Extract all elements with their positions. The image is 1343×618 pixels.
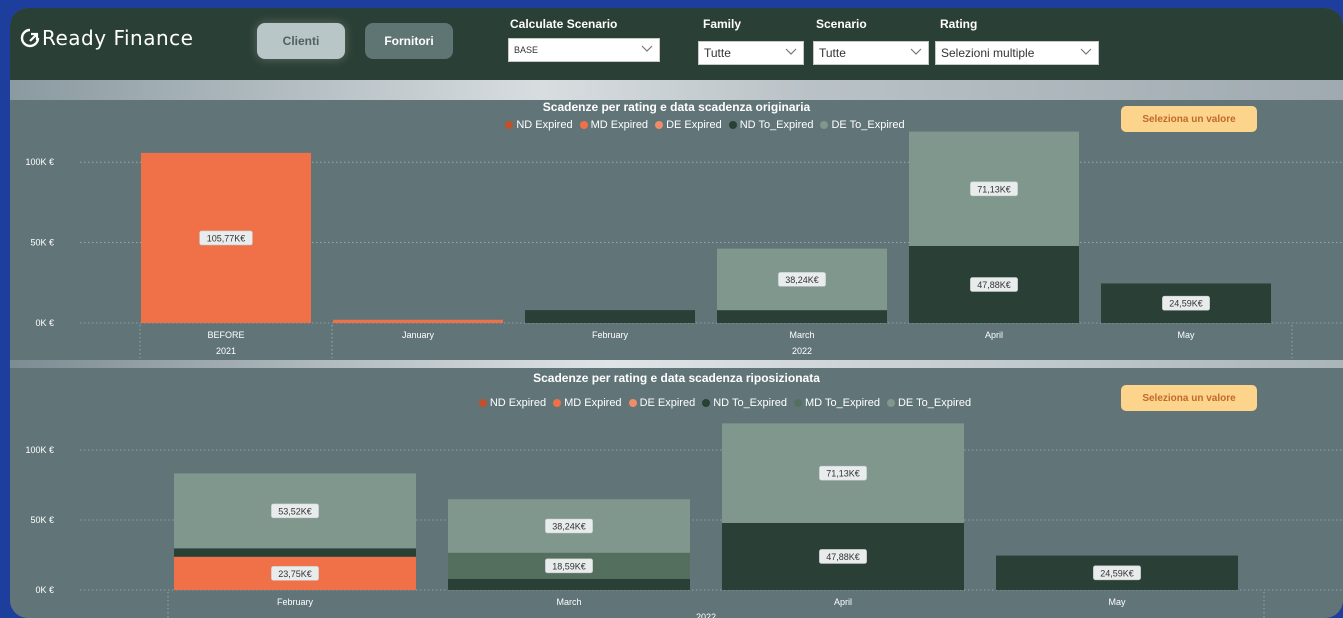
data-label: 71,13K€ (826, 469, 860, 479)
x-group-label: 2022 (792, 346, 812, 356)
calc-scenario-label: Calculate Scenario (510, 17, 618, 31)
chart-panel-original: Scadenze per rating e data scadenza orig… (10, 100, 1343, 360)
x-tick-label: February (277, 597, 314, 607)
dashboard-frame: Ready Finance Clienti Fornitori Calculat… (10, 8, 1343, 618)
calc-scenario-value: BASE (514, 45, 539, 55)
x-tick-label: May (1177, 330, 1195, 340)
y-tick-label: 50K € (30, 515, 54, 525)
data-label: 47,88K€ (977, 280, 1011, 290)
x-tick-label: BEFORE (207, 330, 244, 340)
family-label: Family (703, 17, 742, 31)
separator-strip (10, 360, 1343, 368)
scenario-label: Scenario (816, 17, 867, 31)
data-label: 47,88K€ (826, 552, 860, 562)
chevron-down-icon (641, 45, 653, 52)
y-tick-label: 100K € (25, 157, 54, 167)
x-tick-label: January (402, 330, 435, 340)
x-group-label: 2021 (216, 346, 236, 356)
data-label: 53,52K€ (278, 506, 312, 516)
x-tick-label: March (789, 330, 814, 340)
x-tick-label: March (556, 597, 581, 607)
scenario-dropdown[interactable]: Tutte (813, 41, 929, 65)
y-tick-label: 100K € (25, 445, 54, 455)
rating-label: Rating (940, 17, 978, 31)
rating-value: Selezioni multiple (941, 46, 1035, 60)
chevron-down-icon (1080, 48, 1092, 55)
bar-segment (525, 310, 695, 323)
data-label: 23,75K€ (278, 569, 312, 579)
chevron-down-icon (785, 48, 797, 55)
bar-chart-repositioned: 100K € 50K € 0K € 23,75K€ 53,52K€ February 18,… (25, 423, 1343, 618)
bar-segment (333, 319, 503, 323)
bar-segment (174, 548, 416, 557)
calc-scenario-dropdown[interactable]: BASE (508, 38, 660, 62)
chart-panel-repositioned: Scadenze per rating e data scadenza ripo… (10, 368, 1343, 618)
clienti-button[interactable]: Clienti (257, 23, 345, 59)
family-value: Tutte (704, 46, 731, 60)
data-label: 71,13K€ (977, 184, 1011, 194)
header-bar: Ready Finance Clienti Fornitori Calculat… (10, 8, 1343, 80)
data-label: 18,59K€ (552, 561, 586, 571)
data-label: 38,24K€ (785, 275, 819, 285)
y-tick-label: 50K € (30, 238, 54, 248)
scenario-value: Tutte (819, 46, 846, 60)
banner-strip (10, 80, 1343, 100)
x-tick-label: April (985, 330, 1003, 340)
fornitori-button[interactable]: Fornitori (365, 23, 453, 59)
family-dropdown[interactable]: Tutte (698, 41, 804, 65)
bar-segment (717, 310, 887, 323)
data-label: 38,24K€ (552, 522, 586, 532)
app-name: Ready Finance (42, 26, 194, 50)
chevron-down-icon (910, 48, 922, 55)
x-tick-label: February (592, 330, 629, 340)
rating-dropdown[interactable]: Selezioni multiple (935, 41, 1099, 65)
bar-segment (448, 578, 690, 590)
bar-chart-original: 100K € 50K € 0K € 105,77K€ BEFORE January Febr… (25, 131, 1343, 358)
y-tick-label: 0K € (35, 318, 54, 328)
x-tick-label: April (834, 597, 852, 607)
data-label: 105,77K€ (207, 233, 246, 243)
x-group-label: 2022 (696, 612, 716, 618)
data-label: 24,59K€ (1100, 568, 1134, 578)
x-tick-label: May (1108, 597, 1126, 607)
y-tick-label: 0K € (35, 585, 54, 595)
logo-icon (20, 28, 40, 48)
app-logo: Ready Finance (20, 26, 193, 50)
data-label: 24,59K€ (1169, 299, 1203, 309)
